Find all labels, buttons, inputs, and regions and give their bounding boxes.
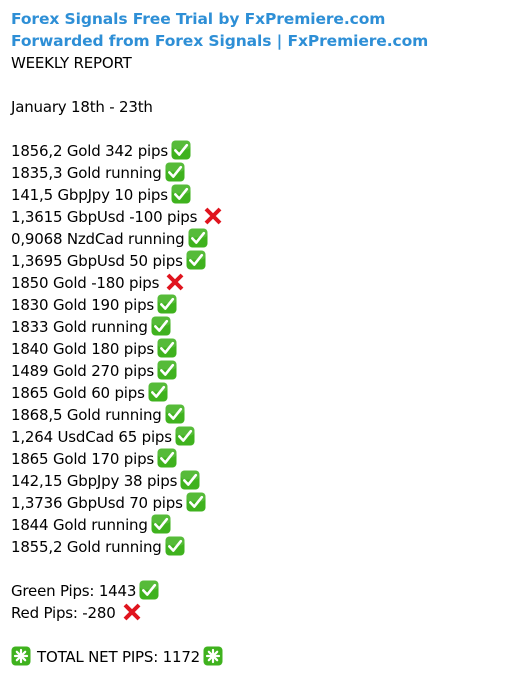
- check-mark-icon: [151, 316, 171, 336]
- check-mark-icon: [157, 294, 177, 314]
- green-pips-text: Green Pips: 1443: [11, 582, 137, 600]
- red-pips-text: Red Pips: -280: [11, 604, 116, 622]
- check-mark-icon: [148, 382, 168, 402]
- forwarded-from-link[interactable]: Forwarded from Forex Signals | FxPremier…: [11, 32, 428, 50]
- signal-row: 1855,2 Gold running: [11, 536, 511, 558]
- check-mark-icon: [151, 514, 171, 534]
- signal-row: 1856,2 Gold 342 pips: [11, 140, 511, 162]
- signal-text: 1855,2 Gold running: [11, 538, 162, 556]
- check-mark-icon: [171, 184, 191, 204]
- signal-row: 1850 Gold -180 pips: [11, 272, 511, 294]
- check-mark-icon: [165, 404, 185, 424]
- message-body: Forex Signals Free Trial by FxPremiere.c…: [11, 8, 511, 668]
- eight-spoked-asterisk-icon: [11, 646, 31, 666]
- signal-row: 142,15 GbpJpy 38 pips: [11, 470, 511, 492]
- signal-text: 1833 Gold running: [11, 318, 148, 336]
- signal-text: 1835,3 Gold running: [11, 164, 162, 182]
- signal-text: 141,5 GbpJpy 10 pips: [11, 186, 168, 204]
- signal-text: 1,3736 GbpUsd 70 pips: [11, 494, 183, 512]
- signal-row: 1840 Gold 180 pips: [11, 338, 511, 360]
- signal-row: 1489 Gold 270 pips: [11, 360, 511, 382]
- cross-mark-icon: [203, 206, 223, 226]
- total-net-pips-text: TOTAL NET PIPS: 1172: [37, 648, 201, 666]
- forwarded-line: Forwarded from Forex Signals | FxPremier…: [11, 30, 511, 52]
- check-mark-icon: [165, 162, 185, 182]
- signal-text: 142,15 GbpJpy 38 pips: [11, 472, 178, 490]
- signal-list: 1856,2 Gold 342 pips 1835,3 Gold running 1…: [11, 140, 511, 558]
- signal-row: 1835,3 Gold running: [11, 162, 511, 184]
- signal-text: 1489 Gold 270 pips: [11, 362, 155, 380]
- signal-text: 1868,5 Gold running: [11, 406, 162, 424]
- signal-text: 1844 Gold running: [11, 516, 148, 534]
- signal-row: 1830 Gold 190 pips: [11, 294, 511, 316]
- signal-row: 0,9068 NzdCad running: [11, 228, 511, 250]
- signal-text: 1,3615 GbpUsd -100 pips: [11, 208, 198, 226]
- signal-row: 1,3615 GbpUsd -100 pips: [11, 206, 511, 228]
- signal-row: 1833 Gold running: [11, 316, 511, 338]
- signal-row: 1,264 UsdCad 65 pips: [11, 426, 511, 448]
- signal-row: 1868,5 Gold running: [11, 404, 511, 426]
- signal-text: 1850 Gold -180 pips: [11, 274, 160, 292]
- report-title: WEEKLY REPORT: [11, 54, 132, 72]
- check-mark-icon: [186, 250, 206, 270]
- signal-text: 1840 Gold 180 pips: [11, 340, 155, 358]
- green-pips-line: Green Pips: 1443: [11, 580, 511, 602]
- check-mark-icon: [157, 338, 177, 358]
- check-mark-icon: [171, 140, 191, 160]
- signal-text: 1,264 UsdCad 65 pips: [11, 428, 172, 446]
- signal-row: 1,3736 GbpUsd 70 pips: [11, 492, 511, 514]
- red-pips-line: Red Pips: -280: [11, 602, 511, 624]
- signal-row: 1865 Gold 60 pips: [11, 382, 511, 404]
- signal-row: 1844 Gold running: [11, 514, 511, 536]
- signal-text: 1830 Gold 190 pips: [11, 296, 155, 314]
- signal-text: 1865 Gold 170 pips: [11, 450, 155, 468]
- check-mark-icon: [180, 470, 200, 490]
- signal-row: 1,3695 GbpUsd 50 pips: [11, 250, 511, 272]
- channel-link[interactable]: Forex Signals Free Trial by FxPremiere.c…: [11, 10, 385, 28]
- cross-mark-icon: [165, 272, 185, 292]
- check-mark-icon: [175, 426, 195, 446]
- eight-spoked-asterisk-icon: [203, 646, 223, 666]
- signal-row: 1865 Gold 170 pips: [11, 448, 511, 470]
- date-range: January 18th - 23th: [11, 98, 153, 116]
- cross-mark-icon: [122, 602, 142, 622]
- check-mark-icon: [186, 492, 206, 512]
- signal-text: 1865 Gold 60 pips: [11, 384, 145, 402]
- check-mark-icon: [139, 580, 159, 600]
- signal-text: 1,3695 GbpUsd 50 pips: [11, 252, 183, 270]
- check-mark-icon: [157, 448, 177, 468]
- check-mark-icon: [157, 360, 177, 380]
- check-mark-icon: [188, 228, 208, 248]
- total-net-pips-line: TOTAL NET PIPS: 1172: [11, 646, 511, 668]
- check-mark-icon: [165, 536, 185, 556]
- signal-text: 1856,2 Gold 342 pips: [11, 142, 168, 160]
- signal-row: 141,5 GbpJpy 10 pips: [11, 184, 511, 206]
- header-title-line: Forex Signals Free Trial by FxPremiere.c…: [11, 8, 511, 30]
- signal-text: 0,9068 NzdCad running: [11, 230, 185, 248]
